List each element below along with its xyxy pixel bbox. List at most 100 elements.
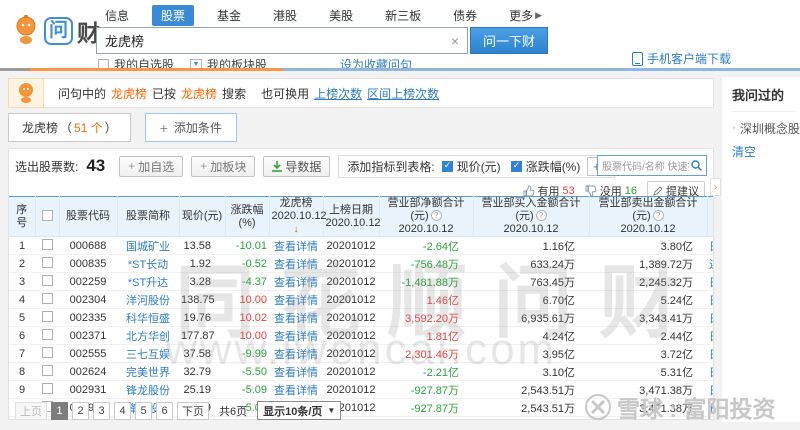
alt-link-times[interactable]: 上榜次数 <box>314 85 362 102</box>
stock-name-link[interactable]: 洋河股份 <box>126 295 170 307</box>
cell-price: 13.58 <box>179 236 225 255</box>
question-input[interactable]: 龙虎榜 × <box>96 27 468 54</box>
clear-history-link[interactable]: 清空 <box>732 143 800 160</box>
col-header-8[interactable]: 上榜日期 2020.10.12 <box>323 196 381 237</box>
reason-link[interactable]: 日换手率 <box>709 403 713 415</box>
cell-name: 锋龙股份 <box>117 380 179 399</box>
reason-link[interactable]: 日涨幅偏 <box>709 295 713 307</box>
row-checkbox[interactable] <box>41 383 53 394</box>
reason-link[interactable]: 日振幅值 <box>709 385 713 397</box>
tab-8[interactable]: 更多 ▶ <box>500 5 551 26</box>
reason-link[interactable]: 日跌幅偏 <box>709 241 713 253</box>
view-detail-link[interactable]: 查看详情 <box>274 331 318 343</box>
tab-1[interactable]: 信息 <box>96 5 138 26</box>
help-icon[interactable]: ? <box>430 210 442 221</box>
search-icon[interactable] <box>691 160 702 171</box>
reason-link[interactable]: 日跌幅偏 <box>709 367 713 379</box>
indicator-checkbox[interactable] <box>510 160 522 172</box>
col-header-5[interactable]: 现价(元) <box>179 196 226 237</box>
mobile-download-link[interactable]: 手机客户端下载 <box>632 50 731 67</box>
help-icon[interactable]: ? <box>535 210 547 221</box>
help-icon[interactable]: ? <box>652 210 664 221</box>
indicator-item-1[interactable]: 现价(元) <box>441 158 501 175</box>
export-data-button[interactable]: 导数据 <box>263 155 331 177</box>
page-button-2[interactable]: 2 <box>72 401 89 420</box>
cell-code: 000835 <box>59 254 117 273</box>
page-button-1[interactable]: 1 <box>51 401 68 420</box>
view-detail-link[interactable]: 查看详情 <box>274 367 318 379</box>
sort-desc-icon[interactable]: ↓ <box>294 224 299 235</box>
row-checkbox[interactable] <box>41 347 53 358</box>
add-condition-button[interactable]: + 添加条件 <box>144 113 237 142</box>
tab-label: 信息 <box>105 9 130 23</box>
tab-3[interactable]: 基金 <box>208 5 250 26</box>
tab-6[interactable]: 新三板 <box>376 5 430 26</box>
row-checkbox[interactable] <box>41 293 53 304</box>
stock-name-link[interactable]: 北方华创 <box>126 331 170 343</box>
stock-name-link[interactable]: 三七互娱 <box>126 349 170 361</box>
prev-page-button[interactable]: 上页 <box>15 401 47 420</box>
col-header-4[interactable]: 股票简称 <box>117 196 180 237</box>
reason-link[interactable]: 日跌幅偏 <box>709 349 713 361</box>
stock-name-link[interactable]: 国城矿业 <box>126 241 170 253</box>
alt-link-range-times[interactable]: 区间上榜次数 <box>367 85 439 102</box>
quick-search-input[interactable]: 股票代码/名称 快速搜 <box>597 155 707 176</box>
reason-link[interactable]: 连续三个 <box>709 259 713 271</box>
cell-buy-amount: 1.16亿 <box>473 236 589 255</box>
tab-5[interactable]: 美股 <box>320 5 362 26</box>
row-checkbox[interactable] <box>41 275 53 286</box>
stock-name-link[interactable]: 完美世界 <box>126 367 170 379</box>
page-button-3[interactable]: 3 <box>93 401 110 420</box>
indicator-item-2[interactable]: 涨跌幅(%) <box>510 158 580 175</box>
view-detail-link[interactable]: 查看详情 <box>274 295 318 307</box>
table-row: 5 002335 科华恒盛 19.76 10.02 查看详情 20201012 3,592.2… <box>9 308 713 327</box>
row-checkbox[interactable] <box>41 365 53 376</box>
col-header-9[interactable]: 营业部净额合计(元)? 2020.10.12 <box>379 196 474 237</box>
condition-tag[interactable]: 龙虎榜 （ 51 个 ） <box>8 113 131 142</box>
stock-name-link[interactable]: 科华恒盛 <box>126 313 170 325</box>
row-checkbox[interactable] <box>41 257 53 268</box>
view-detail-link[interactable]: 查看详情 <box>274 349 318 361</box>
view-detail-link[interactable]: 查看详情 <box>274 277 318 289</box>
wencai-logo[interactable]: 问 财 <box>10 14 100 48</box>
stock-name-link[interactable]: *ST长动 <box>128 259 168 271</box>
reason-link[interactable]: 日跌幅偏 <box>709 277 713 289</box>
reason-link[interactable]: 日涨幅偏 <box>709 331 713 343</box>
col-header-1[interactable]: 序号 <box>9 196 36 237</box>
col-header-10[interactable]: 营业部买入金额合计(元)? 2020.10.12 <box>473 196 590 237</box>
col-header-11[interactable]: 营业部卖出金额合计(元)? 2020.10.12 <box>589 196 708 237</box>
row-checkbox[interactable] <box>41 329 53 340</box>
sidebar-collapse-handle[interactable]: › <box>710 178 721 196</box>
row-checkbox[interactable] <box>41 239 53 250</box>
ask-button[interactable]: 问一下财 <box>470 27 548 54</box>
page-button-5[interactable]: 5 <box>135 401 152 420</box>
col-header-7[interactable]: 龙虎榜 2020.10.12 ↓ <box>269 196 327 237</box>
view-detail-link[interactable]: 查看详情 <box>274 313 318 325</box>
view-detail-link[interactable]: 查看详情 <box>274 241 318 253</box>
next-page-button[interactable]: 下页 <box>177 401 209 420</box>
tab-4[interactable]: 港股 <box>264 5 306 26</box>
tab-7[interactable]: 债券 <box>444 5 486 26</box>
page-button-4[interactable]: 4 <box>114 401 131 420</box>
col-header-3[interactable]: 股票代码 <box>59 196 118 237</box>
col-header-6[interactable]: 涨跌幅(%) <box>225 196 270 237</box>
page-button-6[interactable]: 6 <box>156 401 173 420</box>
add-board-button[interactable]: + 加板块 <box>191 155 256 177</box>
select-all-checkbox[interactable] <box>41 209 53 221</box>
indicator-checkbox[interactable] <box>441 160 453 172</box>
page-size-select[interactable]: 显示10条/页 ▼ <box>257 401 342 420</box>
history-item[interactable]: · 深圳概念股 <box>732 120 800 137</box>
row-checkbox[interactable] <box>41 311 53 322</box>
add-watchlist-button[interactable]: + 加自选 <box>119 155 184 177</box>
cell-checkbox <box>35 272 59 291</box>
clear-icon[interactable]: × <box>451 33 459 49</box>
cell-net-amount: -1,481.88万 <box>379 272 473 291</box>
stock-name-link[interactable]: 锋龙股份 <box>126 385 170 397</box>
reason-link[interactable]: 日涨幅偏 <box>709 313 713 325</box>
view-detail-link[interactable]: 查看详情 <box>274 259 318 271</box>
col-header-12[interactable] <box>707 196 713 237</box>
stock-name-link[interactable]: *ST升达 <box>128 277 168 289</box>
view-detail-link[interactable]: 查看详情 <box>274 385 318 397</box>
tab-2[interactable]: 股票 <box>152 5 195 26</box>
col-header-2[interactable] <box>35 196 60 237</box>
